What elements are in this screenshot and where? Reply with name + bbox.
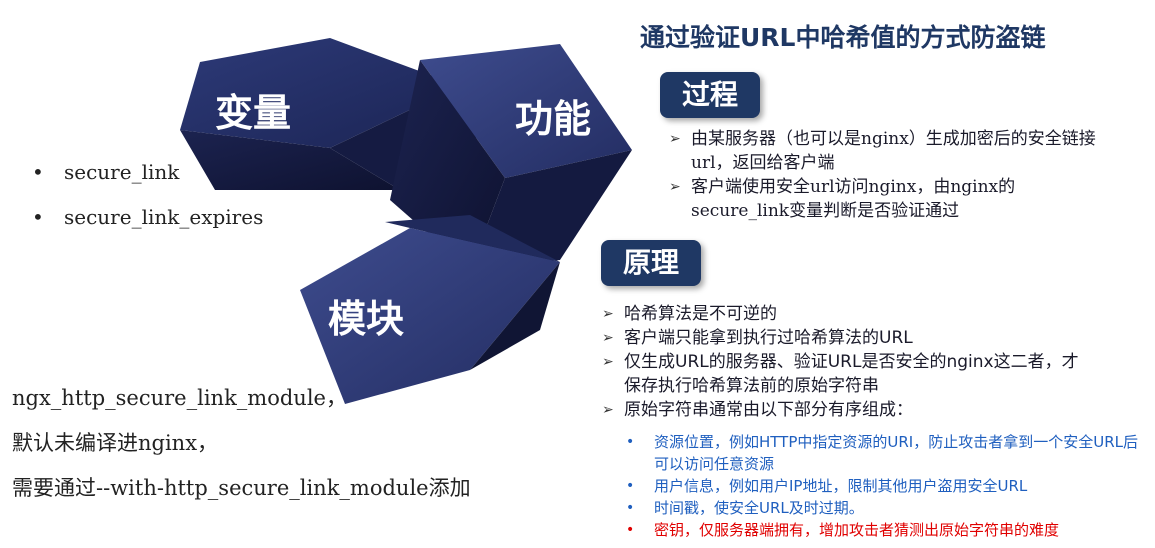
- list-item: ➢ 客户端使用安全url访问nginx，由nginx的secure_link变量判…: [669, 177, 1016, 221]
- arrow-bullet-icon: ➢: [602, 330, 614, 346]
- arrow-bullet-icon: ➢: [602, 354, 614, 370]
- module-line: 需要通过--with-http_secure_link_module添加: [12, 476, 471, 500]
- dot-bullet-icon: •: [626, 434, 635, 450]
- dot-bullet-icon: •: [626, 500, 635, 516]
- module-description: ngx_http_secure_link_module， 默认未编译进nginx…: [12, 376, 471, 511]
- list-item: ➢ 原始字符串通常由以下部分有序组成：: [602, 400, 913, 420]
- cube-label-module: 模块: [328, 297, 404, 341]
- principle-list: ➢ 哈希算法是不可逆的 ➢ 客户端只能拿到执行过哈希算法的URL ➢ 仅生成URL的服…: [598, 302, 1088, 422]
- list-item: • secure_link: [30, 150, 263, 195]
- arrow-bullet-icon: ➢: [602, 402, 614, 418]
- process-badge: 过程: [660, 72, 761, 118]
- arrow-bullet-icon: ➢: [669, 179, 681, 195]
- module-line: ngx_http_secure_link_module，: [12, 386, 347, 410]
- principle-badge: 原理: [601, 240, 702, 286]
- dot-bullet-icon: •: [626, 478, 635, 494]
- component-list: • 资源位置，例如HTTP中指定资源的URI，防止攻击者拿到一个安全URL后可以访…: [624, 431, 1144, 541]
- list-item: • 用户信息，例如用户IP地址，限制其他用户盗用安全URL: [626, 477, 1028, 495]
- variables-list: • secure_link • secure_link_expires: [30, 150, 263, 240]
- dot-bullet-icon: •: [626, 522, 635, 538]
- cube-label-variables: 变量: [215, 91, 291, 135]
- list-item: ➢ 哈希算法是不可逆的: [602, 304, 777, 324]
- process-list: ➢ 由某服务器（也可以是nginx）生成加密后的安全链接url，返回给客户端 ➢ 客…: [665, 127, 1105, 223]
- dot-bullet-icon: •: [32, 205, 44, 229]
- arrow-bullet-icon: ➢: [602, 306, 614, 322]
- page-title: 通过验证URL中哈希值的方式防盗链: [640, 23, 1046, 52]
- list-item: • 密钥，仅服务器端拥有，增加攻击者猜测出原始字符串的难度: [626, 521, 1060, 539]
- list-item: ➢ 仅生成URL的服务器、验证URL是否安全的nginx这二者，才保存执行哈希算法…: [602, 352, 1079, 396]
- module-line: 默认未编译进nginx，: [12, 431, 219, 455]
- list-item: • 时间戳，使安全URL及时过期。: [626, 499, 864, 517]
- list-item: ➢ 客户端只能拿到执行过哈希算法的URL: [602, 328, 913, 348]
- cube-label-function: 功能: [515, 97, 591, 141]
- list-item: • 资源位置，例如HTTP中指定资源的URI，防止攻击者拿到一个安全URL后可以访…: [626, 433, 1138, 473]
- arrow-bullet-icon: ➢: [669, 131, 681, 147]
- dot-bullet-icon: •: [32, 160, 44, 184]
- list-item: • secure_link_expires: [30, 195, 263, 240]
- list-item: ➢ 由某服务器（也可以是nginx）生成加密后的安全链接url，返回给客户端: [669, 129, 1096, 173]
